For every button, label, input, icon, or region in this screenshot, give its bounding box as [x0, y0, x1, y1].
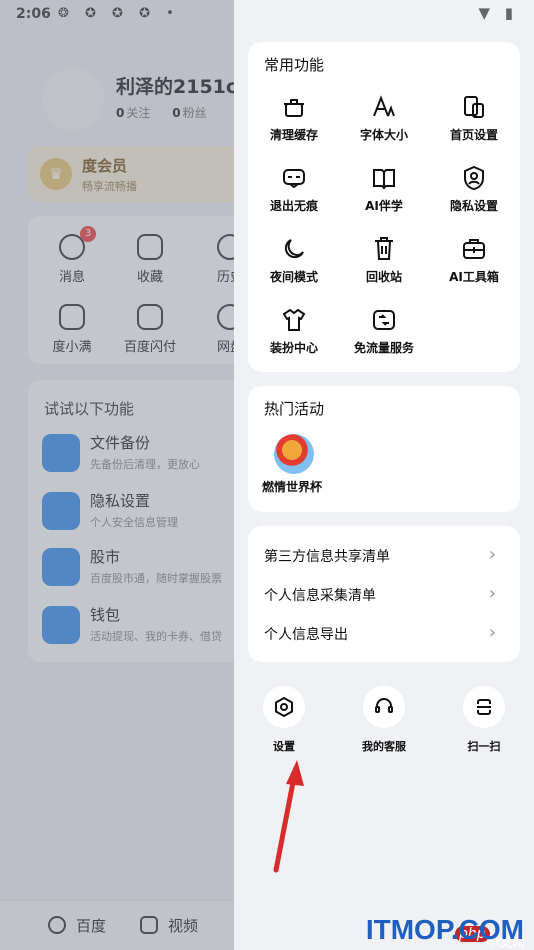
chevron-right-icon: › [488, 583, 496, 604]
scan-icon [477, 699, 491, 715]
info-list-card: 第三方信息共享清单 › 个人信息采集清单 › 个人信息导出 › [248, 526, 520, 662]
settings-icon [275, 697, 293, 717]
fn-home-settings[interactable]: 首页设置 [429, 94, 519, 143]
common-functions-title: 常用功能 [264, 56, 325, 74]
recycle-bin-icon [375, 237, 393, 260]
customer-service-icon [375, 698, 393, 713]
fn-dress-up-center[interactable]: 装扮中心 [249, 307, 339, 356]
customer-service-button[interactable]: 我的客服 [344, 686, 424, 754]
home-setting-icon [464, 96, 484, 118]
moon-icon [284, 239, 304, 259]
fn-privacy-settings[interactable]: 隐私设置 [429, 165, 519, 214]
world-cup-icon [274, 434, 314, 474]
fn-data-free-service[interactable]: 免流量服务 [339, 307, 429, 356]
toolbox-icon [463, 239, 485, 259]
trash-clean-icon [284, 99, 304, 117]
fn-exit-incognito[interactable]: 退出无痕 [249, 165, 339, 214]
scan-button[interactable]: 扫一扫 [444, 686, 524, 754]
hot-activities-card: 热门活动 燃情世界杯 [248, 386, 520, 512]
fn-recycle-bin[interactable]: 回收站 [339, 236, 429, 285]
fn-ai-study[interactable]: AI伴学 [339, 165, 429, 214]
book-icon [373, 169, 395, 190]
data-free-icon [373, 310, 395, 330]
chevron-right-icon: › [488, 544, 496, 565]
status-right-icons: ▼ ▮ [478, 4, 518, 22]
fn-clear-cache[interactable]: 清理缓存 [249, 94, 339, 143]
common-functions-card: 常用功能 清理缓存 字体大小 首页设置 退出无痕 AI伴学 隐私设置 夜间模式 [248, 42, 520, 372]
fn-font-size[interactable]: 字体大小 [339, 94, 429, 143]
tshirt-icon [282, 308, 306, 331]
settings-button[interactable]: 设置 [244, 686, 324, 754]
list-item-third-party-sharing[interactable]: 第三方信息共享清单 › [248, 535, 520, 575]
chevron-right-icon: › [488, 622, 496, 643]
list-item-info-export[interactable]: 个人信息导出 › [248, 613, 520, 653]
hot-activities-title: 热门活动 [264, 400, 325, 418]
fn-ai-toolbox[interactable]: AI工具箱 [429, 236, 519, 285]
list-item-info-collection[interactable]: 个人信息采集清单 › [248, 574, 520, 614]
fn-night-mode[interactable]: 夜间模式 [249, 236, 339, 285]
side-drawer: ▼ ▮ 常用功能 清理缓存 字体大小 首页设置 退出无痕 AI伴学 隐私设置 夜… [234, 0, 534, 950]
privacy-shield-icon [464, 165, 484, 191]
font-size-icon [373, 95, 395, 117]
site-watermark: ITMOP.COM [365, 914, 524, 945]
incognito-icon [283, 169, 305, 189]
